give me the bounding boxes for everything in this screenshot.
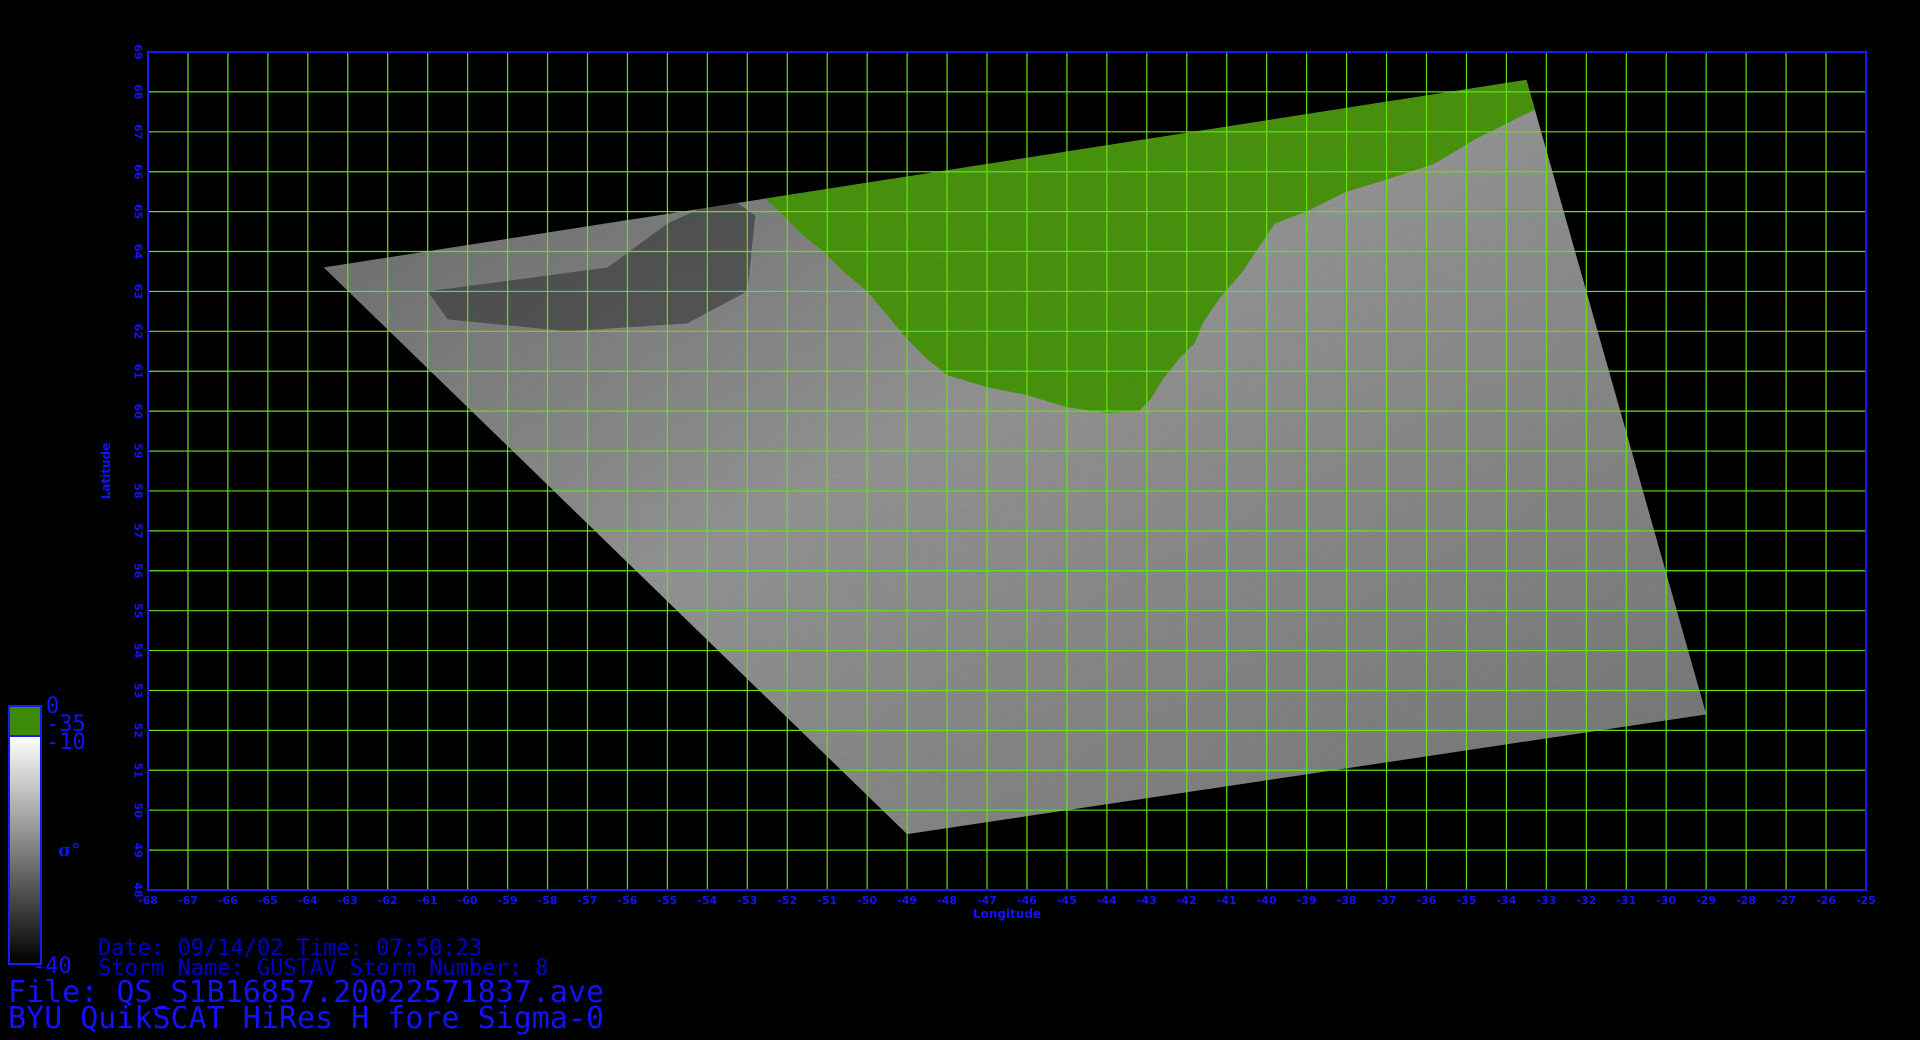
x-tick-label: -41 [1217, 894, 1237, 907]
y-tick-label: 50 [132, 803, 145, 819]
y-tick-label: 57 [132, 523, 145, 538]
x-tick-label: -30 [1656, 894, 1676, 907]
y-tick-label: 65 [132, 204, 145, 219]
y-tick-label: 51 [132, 763, 145, 778]
y-tick-label: 54 [132, 643, 145, 659]
x-tick-label: -37 [1377, 894, 1397, 907]
x-tick-label: -38 [1337, 894, 1357, 907]
y-tick-labels: 48 49 50 51 52 53 54 55 56 57 58 59 60 61 62 63 64 65 66 67… [132, 44, 145, 897]
x-tick-label: -62 [378, 894, 398, 907]
x-tick-label: -27 [1776, 894, 1796, 907]
x-tick-label: -49 [897, 894, 917, 907]
y-tick-label: 60 [132, 403, 145, 419]
colorbar-upper-label: -10 [46, 730, 86, 755]
y-tick-label: 48 [132, 882, 145, 897]
x-tick-label: -61 [418, 894, 438, 907]
x-tick-label: -67 [178, 894, 198, 907]
x-tick-label: -58 [538, 894, 558, 907]
y-tick-label: 52 [132, 723, 145, 738]
y-tick-label: 55 [132, 603, 145, 618]
x-tick-label: -29 [1696, 894, 1716, 907]
x-tick-label: -48 [937, 894, 957, 907]
y-tick-label: 58 [132, 483, 145, 498]
x-tick-label: -59 [498, 894, 518, 907]
x-tick-label: -43 [1137, 894, 1157, 907]
x-tick-label: -34 [1496, 894, 1516, 907]
x-tick-label: -50 [857, 894, 877, 907]
y-tick-label: 62 [132, 324, 145, 339]
y-tick-label: 61 [132, 364, 145, 379]
x-tick-label: -57 [578, 894, 598, 907]
x-tick-label: -64 [298, 894, 318, 907]
x-tick-label: -47 [977, 894, 997, 907]
x-tick-label: -35 [1457, 894, 1477, 907]
y-tick-label: 67 [132, 124, 145, 139]
x-tick-label: -40 [1257, 894, 1277, 907]
x-tick-label: -55 [657, 894, 677, 907]
x-tick-label: -54 [697, 894, 717, 907]
y-tick-label: 59 [132, 443, 145, 458]
x-tick-label: -51 [817, 894, 837, 907]
y-tick-label: 53 [132, 683, 145, 698]
y-tick-label: 64 [132, 244, 145, 260]
x-tick-label: -25 [1856, 894, 1876, 907]
x-tick-label: -31 [1616, 894, 1636, 907]
x-tick-label: -39 [1297, 894, 1317, 907]
colorbar [8, 705, 42, 965]
y-tick-label: 69 [132, 44, 145, 59]
x-tick-label: -36 [1417, 894, 1437, 907]
x-tick-label: -32 [1576, 894, 1596, 907]
y-tick-label: 63 [132, 284, 145, 299]
y-axis-label: Latitude [99, 443, 113, 500]
x-tick-label: -65 [258, 894, 278, 907]
y-tick-label: 56 [132, 563, 145, 579]
x-tick-label: -66 [218, 894, 238, 907]
x-tick-label: -56 [618, 894, 638, 907]
x-tick-labels: -68 -67 -66 -65 -64 -63 -62 -61 -60 -59 -58 -57 -56-… [138, 894, 1876, 907]
x-tick-label: -45 [1057, 894, 1077, 907]
map-plot: -68 -67 -66 -65 -64 -63 -62 -61 -60 -59 -58 -57 -56-… [8, 44, 1876, 965]
x-axis-label: Longitude [973, 907, 1041, 921]
x-tick-label: -46 [1017, 894, 1037, 907]
x-tick-label: -42 [1177, 894, 1197, 907]
x-tick-label: -33 [1536, 894, 1556, 907]
y-tick-label: 49 [132, 842, 145, 857]
x-tick-label: -44 [1097, 894, 1117, 907]
x-tick-label: -52 [777, 894, 797, 907]
x-tick-label: -26 [1816, 894, 1836, 907]
x-tick-label: -63 [338, 894, 358, 907]
y-tick-label: 68 [132, 84, 145, 99]
colorbar-quantity-label: σ° [58, 840, 81, 861]
title-line: BYU QuikSCAT HiRes H fore Sigma-0 [8, 1001, 605, 1036]
x-tick-label: -28 [1736, 894, 1756, 907]
x-tick-label: -53 [737, 894, 757, 907]
y-tick-label: 66 [132, 164, 145, 180]
x-tick-label: -60 [458, 894, 478, 907]
